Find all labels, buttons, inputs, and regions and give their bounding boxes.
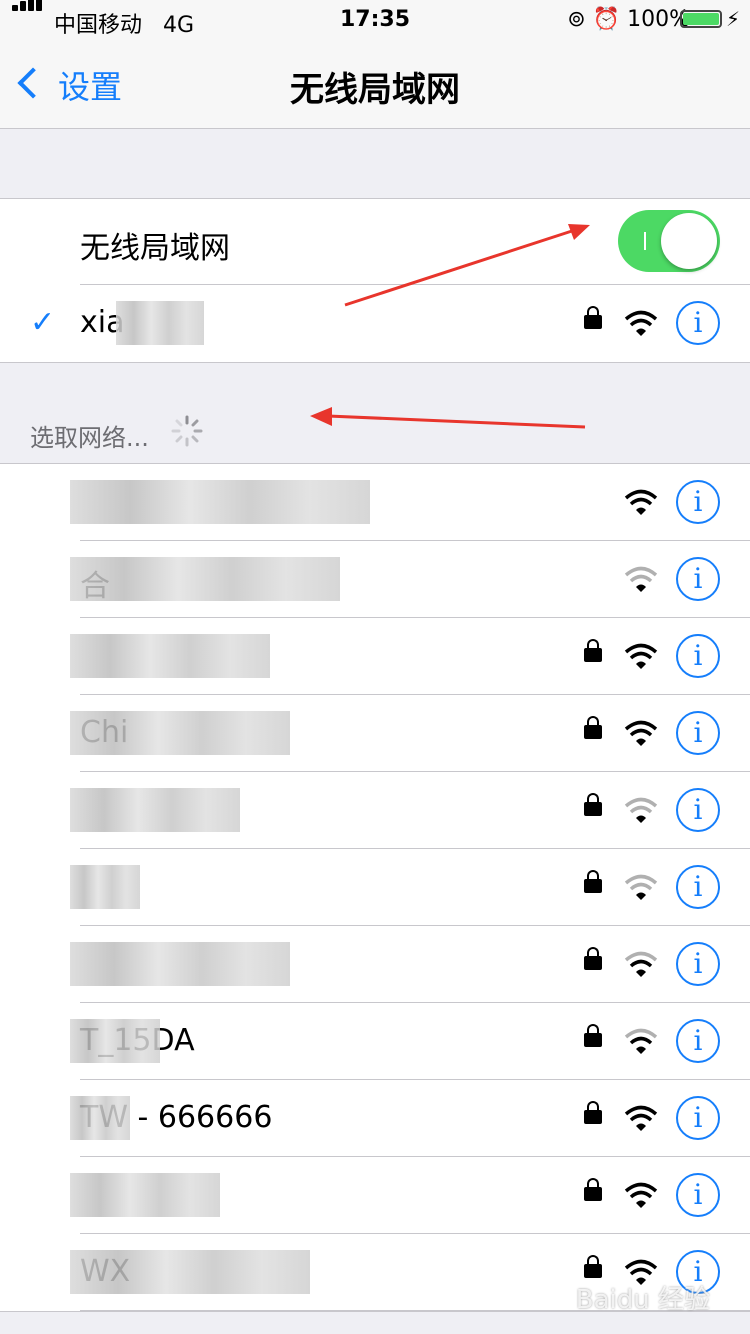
annotation-arrows [310,224,590,429]
watermark: Baidu 经验 [575,1285,710,1315]
arrow-to-toggle [344,228,576,307]
arrow-to-header [327,414,586,429]
